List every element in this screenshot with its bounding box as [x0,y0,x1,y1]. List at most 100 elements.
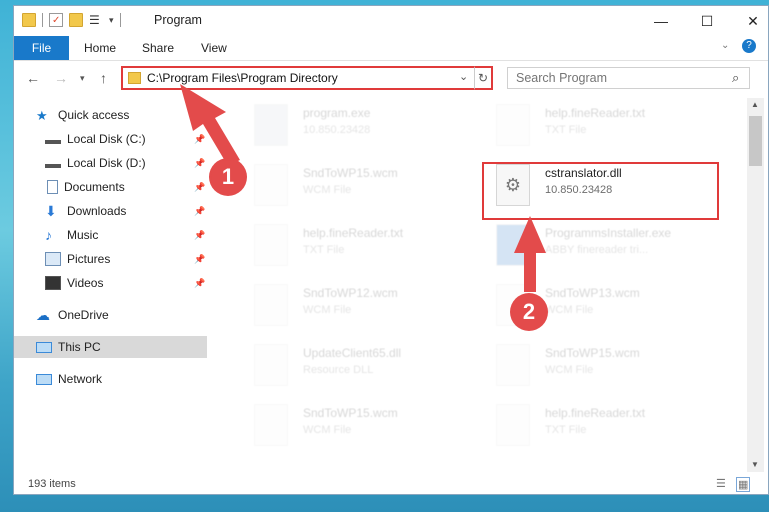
documents-icon [47,180,58,194]
sidebar-item-this-pc[interactable]: This PC [14,336,207,358]
address-row: ← → ▾ ↑ C:\Program Files\Program Directo… [14,64,768,94]
quick-access-toolbar: ✓ ☰ ▾ [22,13,121,27]
ribbon: File Home Share View ⌄ ? [14,36,768,61]
sidebar-item-videos[interactable]: Videos 📌 [45,272,238,294]
maximize-button[interactable]: ☐ [684,6,730,36]
drive-icon [45,134,61,144]
scroll-thumb[interactable] [749,116,762,166]
callout-1: 1 [211,160,245,194]
sidebar-item-onedrive[interactable]: ☁ OneDrive [36,304,229,326]
doc-icon [496,104,530,146]
sidebar-item-label: Quick access [58,108,130,122]
file-item[interactable]: SndToWP15.wcm WCM File [483,338,718,396]
installer-icon [496,224,530,266]
download-icon: ⬇ [45,203,57,219]
close-button[interactable]: ✕ [730,6,768,36]
search-icon[interactable]: ⌕ [732,70,739,86]
doc-icon [254,164,288,206]
properties-icon[interactable]: ✓ [49,13,63,27]
recent-chevron-icon[interactable]: ▾ [80,73,85,84]
sidebar-item-label: Pictures [67,252,111,266]
file-item[interactable]: help.fineReader.txt TXT File [241,218,476,276]
folder-icon [22,13,36,27]
up-icon[interactable]: ↑ [100,70,107,86]
file-item[interactable]: program.exe 10.850.23428 [241,98,476,156]
forward-icon[interactable]: → [54,70,68,86]
doc-icon [496,404,530,446]
file-item[interactable]: help.fineReader.txt TXT File [483,398,718,456]
music-icon: ♪ [45,227,52,243]
sidebar-item-label: Documents [64,180,125,194]
address-bar[interactable]: C:\Program Files\Program Directory ⌄ [121,66,493,90]
sidebar-item-label: Downloads [67,204,127,218]
sidebar-item-music[interactable]: ♪ Music 📌 [45,224,238,246]
details-view-icon[interactable]: ☰ [716,477,726,490]
pictures-icon [45,252,61,266]
help-icon[interactable]: ? [742,39,756,53]
minimize-button[interactable]: — [638,6,684,36]
view-options-icon[interactable]: ☰ [89,13,103,27]
item-count: 193 items [28,478,76,490]
tab-file[interactable]: File [14,36,69,60]
file-item[interactable]: SndToWP15.wcm WCM File [241,398,476,456]
gear-doc-icon [254,344,288,386]
sidebar-item-local-disk-c[interactable]: Local Disk (C:) 📌 [45,128,238,150]
sidebar-item-label: Local Disk (C:) [67,132,146,146]
file-item[interactable]: ProgrammsInstaller.exe ABBY finereader t… [483,218,718,276]
sidebar-item-label: OneDrive [58,308,109,322]
file-item[interactable]: SndToWP15.wcm WCM File [241,158,476,216]
address-path: C:\Program Files\Program Directory [147,71,338,85]
pin-icon[interactable]: 📌 [194,278,205,289]
explorer-window: ✓ ☰ ▾ Program — ☐ ✕ File Home Share View… [13,5,769,495]
tab-home[interactable]: Home [84,41,116,55]
doc-icon [496,344,530,386]
file-item[interactable]: UpdateClient65.dll Resource DLL [241,338,476,396]
computer-icon [36,341,52,353]
tiles-view-icon[interactable]: ▦ [736,477,751,492]
cloud-icon: ☁ [36,307,50,323]
refresh-button[interactable]: ↻ [474,66,493,90]
file-item[interactable]: SndToWP12.wcm WCM File [241,278,476,336]
doc-icon [254,284,288,326]
search-input[interactable] [514,70,728,86]
network-icon [36,373,52,385]
exe-icon [254,104,288,146]
star-icon: ★ [36,108,48,123]
window-title: Program [154,13,202,27]
vertical-scrollbar[interactable]: ▲ ▼ [747,98,764,472]
navigation-pane: ★ Quick access Local Disk (C:) 📌 Local D… [14,102,209,464]
address-dropdown-icon[interactable]: ⌄ [459,70,468,83]
new-folder-icon[interactable] [69,13,83,27]
sidebar-item-local-disk-d[interactable]: Local Disk (D:) 📌 [45,152,238,174]
pin-icon[interactable]: 📌 [194,134,205,145]
scroll-up-icon[interactable]: ▲ [751,100,759,109]
folder-icon [128,72,141,84]
drive-icon [45,158,61,168]
pin-icon[interactable]: 📌 [194,182,205,193]
pin-icon[interactable]: 📌 [194,254,205,265]
back-icon[interactable]: ← [26,70,40,86]
file-item[interactable]: help.fineReader.txt TXT File [483,98,718,156]
videos-icon [45,276,61,290]
pin-icon[interactable]: 📌 [194,158,205,169]
sidebar-item-pictures[interactable]: Pictures 📌 [45,248,238,270]
sidebar-item-documents[interactable]: Documents 📌 [45,176,238,198]
pin-icon[interactable]: 📌 [194,230,205,241]
sidebar-item-label: This PC [58,340,101,354]
callout-2: 2 [512,295,546,329]
sidebar-item-label: Music [67,228,99,242]
chevron-down-icon[interactable]: ⌄ [721,40,729,51]
file-list: program.exe 10.850.23428 help.fineReader… [221,98,746,456]
sidebar-item-network[interactable]: Network [36,368,229,390]
title-bar: ✓ ☰ ▾ Program — ☐ ✕ [14,6,768,36]
tab-view[interactable]: View [201,41,227,55]
sidebar-item-downloads[interactable]: ⬇ Downloads 📌 [45,200,238,222]
doc-icon [254,224,288,266]
sidebar-item-label: Network [58,372,103,386]
tab-share[interactable]: Share [142,41,174,55]
pin-icon[interactable]: 📌 [194,206,205,217]
doc-icon [254,404,288,446]
scroll-down-icon[interactable]: ▼ [751,460,759,469]
sidebar-item-quick-access[interactable]: ★ Quick access [36,104,229,126]
chevron-down-icon[interactable]: ▾ [109,15,114,26]
